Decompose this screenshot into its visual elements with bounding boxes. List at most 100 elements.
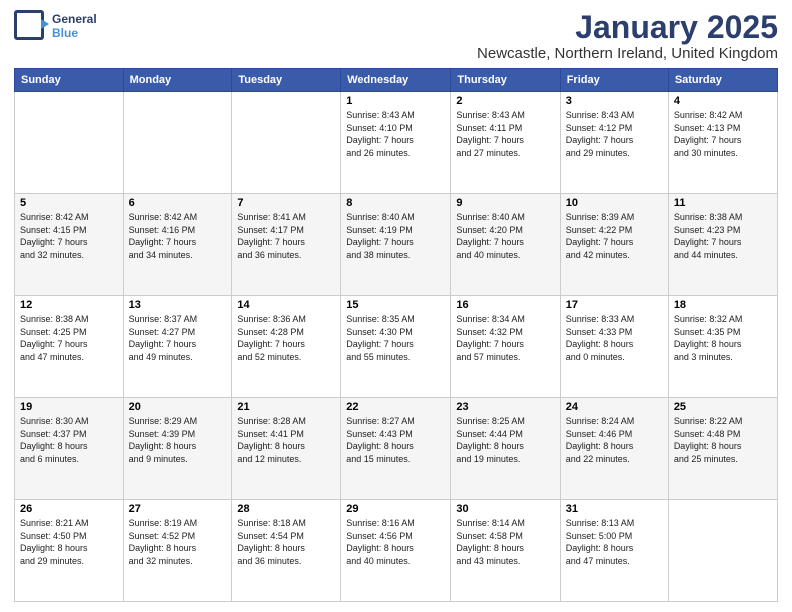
calendar-cell: 2 Sunrise: 8:43 AM Sunset: 4:11 PM Daylig… [451, 92, 560, 194]
day-number: 10 [566, 197, 663, 209]
week-row-2: 5Sunrise: 8:42 AM Sunset: 4:15 PM Daylig… [15, 194, 778, 296]
day-info: Sunrise: 8:42 AM Sunset: 4:13 PM Dayligh… [674, 109, 772, 159]
day-info: Sunrise: 8:38 AM Sunset: 4:25 PM Dayligh… [20, 313, 118, 363]
day-info: Sunrise: 8:30 AM Sunset: 4:37 PM Dayligh… [20, 415, 118, 465]
title-block: January 2025 Newcastle, Northern Ireland… [477, 10, 778, 62]
logo-graphic [14, 10, 48, 44]
day-number: 8 [346, 197, 445, 209]
weekday-header-friday: Friday [560, 69, 668, 92]
day-info: Sunrise: 8:19 AM Sunset: 4:52 PM Dayligh… [129, 517, 227, 567]
weekday-header-monday: Monday [123, 69, 232, 92]
day-info: Sunrise: 8:42 AM Sunset: 4:16 PM Dayligh… [129, 211, 227, 261]
calendar-cell [668, 500, 777, 602]
location-title: Newcastle, Northern Ireland, United King… [477, 45, 778, 62]
calendar-cell: 3 Sunrise: 8:43 AM Sunset: 4:12 PM Daylig… [560, 92, 668, 194]
logo: General Blue [14, 10, 97, 44]
logo-container: General Blue [14, 10, 97, 44]
day-info: Sunrise: 8:32 AM Sunset: 4:35 PM Dayligh… [674, 313, 772, 363]
calendar-cell: 25Sunrise: 8:22 AM Sunset: 4:48 PM Dayli… [668, 398, 777, 500]
calendar-cell: 10 Sunrise: 8:39 AM Sunset: 4:22 PM Dayli… [560, 194, 668, 296]
day-number: 2 [456, 95, 554, 107]
day-info: Sunrise: 8:13 AM Sunset: 5:00 PM Dayligh… [566, 517, 663, 567]
day-info: Sunrise: 8:25 AM Sunset: 4:44 PM Dayligh… [456, 415, 554, 465]
week-row-5: 26Sunrise: 8:21 AM Sunset: 4:50 PM Dayli… [15, 500, 778, 602]
logo-text: General Blue [52, 13, 97, 41]
day-info: Sunrise: 8:34 AM Sunset: 4:32 PM Dayligh… [456, 313, 554, 363]
weekday-header-thursday: Thursday [451, 69, 560, 92]
calendar-cell [15, 92, 124, 194]
day-info: Sunrise: 8:40 AM Sunset: 4:20 PM Dayligh… [456, 211, 554, 261]
calendar-cell: 23 Sunrise: 8:25 AM Sunset: 4:44 PM Dayli… [451, 398, 560, 500]
calendar-cell: 22 Sunrise: 8:27 AM Sunset: 4:43 PM Dayli… [341, 398, 451, 500]
day-number: 15 [346, 299, 445, 311]
calendar-cell: 6 Sunrise: 8:42 AM Sunset: 4:16 PM Daylig… [123, 194, 232, 296]
calendar-cell: 4Sunrise: 8:42 AM Sunset: 4:13 PM Daylig… [668, 92, 777, 194]
day-info: Sunrise: 8:41 AM Sunset: 4:17 PM Dayligh… [237, 211, 335, 261]
day-number: 1 [346, 95, 445, 107]
calendar-cell [123, 92, 232, 194]
day-number: 23 [456, 401, 554, 413]
day-number: 28 [237, 503, 335, 515]
day-number: 7 [237, 197, 335, 209]
calendar-cell: 17Sunrise: 8:33 AM Sunset: 4:33 PM Dayli… [560, 296, 668, 398]
day-info: Sunrise: 8:38 AM Sunset: 4:23 PM Dayligh… [674, 211, 772, 261]
day-number: 9 [456, 197, 554, 209]
calendar-cell: 15 Sunrise: 8:35 AM Sunset: 4:30 PM Dayli… [341, 296, 451, 398]
day-info: Sunrise: 8:40 AM Sunset: 4:19 PM Dayligh… [346, 211, 445, 261]
day-info: Sunrise: 8:35 AM Sunset: 4:30 PM Dayligh… [346, 313, 445, 363]
day-info: Sunrise: 8:29 AM Sunset: 4:39 PM Dayligh… [129, 415, 227, 465]
day-number: 21 [237, 401, 335, 413]
day-info: Sunrise: 8:43 AM Sunset: 4:10 PM Dayligh… [346, 109, 445, 159]
calendar-cell: 29Sunrise: 8:16 AM Sunset: 4:56 PM Dayli… [341, 500, 451, 602]
day-number: 6 [129, 197, 227, 209]
calendar-cell: 24Sunrise: 8:24 AM Sunset: 4:46 PM Dayli… [560, 398, 668, 500]
logo-line2: Blue [52, 27, 97, 41]
calendar-cell [232, 92, 341, 194]
calendar-cell: 26Sunrise: 8:21 AM Sunset: 4:50 PM Dayli… [15, 500, 124, 602]
calendar-cell: 13 Sunrise: 8:37 AM Sunset: 4:27 PM Dayli… [123, 296, 232, 398]
day-info: Sunrise: 8:39 AM Sunset: 4:22 PM Dayligh… [566, 211, 663, 261]
day-number: 27 [129, 503, 227, 515]
calendar-cell: 14 Sunrise: 8:36 AM Sunset: 4:28 PM Dayli… [232, 296, 341, 398]
calendar-cell: 5Sunrise: 8:42 AM Sunset: 4:15 PM Daylig… [15, 194, 124, 296]
day-number: 30 [456, 503, 554, 515]
day-info: Sunrise: 8:27 AM Sunset: 4:43 PM Dayligh… [346, 415, 445, 465]
day-info: Sunrise: 8:21 AM Sunset: 4:50 PM Dayligh… [20, 517, 118, 567]
calendar-cell: 11 Sunrise: 8:38 AM Sunset: 4:23 PM Dayli… [668, 194, 777, 296]
calendar-cell: 31Sunrise: 8:13 AM Sunset: 5:00 PM Dayli… [560, 500, 668, 602]
calendar-cell: 20 Sunrise: 8:29 AM Sunset: 4:39 PM Dayli… [123, 398, 232, 500]
day-info: Sunrise: 8:42 AM Sunset: 4:15 PM Dayligh… [20, 211, 118, 261]
day-number: 17 [566, 299, 663, 311]
calendar-cell: 21 Sunrise: 8:28 AM Sunset: 4:41 PM Dayli… [232, 398, 341, 500]
day-number: 16 [456, 299, 554, 311]
day-number: 14 [237, 299, 335, 311]
calendar-cell: 9 Sunrise: 8:40 AM Sunset: 4:20 PM Daylig… [451, 194, 560, 296]
weekday-header-tuesday: Tuesday [232, 69, 341, 92]
calendar-cell: 27 Sunrise: 8:19 AM Sunset: 4:52 PM Dayli… [123, 500, 232, 602]
weekday-header-saturday: Saturday [668, 69, 777, 92]
day-number: 19 [20, 401, 118, 413]
day-number: 13 [129, 299, 227, 311]
day-info: Sunrise: 8:36 AM Sunset: 4:28 PM Dayligh… [237, 313, 335, 363]
calendar-cell: 19 Sunrise: 8:30 AM Sunset: 4:37 PM Dayli… [15, 398, 124, 500]
day-info: Sunrise: 8:43 AM Sunset: 4:11 PM Dayligh… [456, 109, 554, 159]
day-info: Sunrise: 8:37 AM Sunset: 4:27 PM Dayligh… [129, 313, 227, 363]
week-row-3: 12Sunrise: 8:38 AM Sunset: 4:25 PM Dayli… [15, 296, 778, 398]
day-info: Sunrise: 8:28 AM Sunset: 4:41 PM Dayligh… [237, 415, 335, 465]
weekday-header-row: SundayMondayTuesdayWednesdayThursdayFrid… [15, 69, 778, 92]
day-number: 3 [566, 95, 663, 107]
calendar-cell: 30Sunrise: 8:14 AM Sunset: 4:58 PM Dayli… [451, 500, 560, 602]
calendar-cell: 8 Sunrise: 8:40 AM Sunset: 4:19 PM Daylig… [341, 194, 451, 296]
month-title: January 2025 [477, 10, 778, 45]
week-row-4: 19 Sunrise: 8:30 AM Sunset: 4:37 PM Dayli… [15, 398, 778, 500]
day-number: 20 [129, 401, 227, 413]
day-number: 22 [346, 401, 445, 413]
week-row-1: 1 Sunrise: 8:43 AM Sunset: 4:10 PM Daylig… [15, 92, 778, 194]
calendar-cell: 28Sunrise: 8:18 AM Sunset: 4:54 PM Dayli… [232, 500, 341, 602]
day-number: 11 [674, 197, 772, 209]
calendar-cell: 1 Sunrise: 8:43 AM Sunset: 4:10 PM Daylig… [341, 92, 451, 194]
day-info: Sunrise: 8:24 AM Sunset: 4:46 PM Dayligh… [566, 415, 663, 465]
day-info: Sunrise: 8:16 AM Sunset: 4:56 PM Dayligh… [346, 517, 445, 567]
day-info: Sunrise: 8:43 AM Sunset: 4:12 PM Dayligh… [566, 109, 663, 159]
calendar-table: SundayMondayTuesdayWednesdayThursdayFrid… [14, 68, 778, 602]
